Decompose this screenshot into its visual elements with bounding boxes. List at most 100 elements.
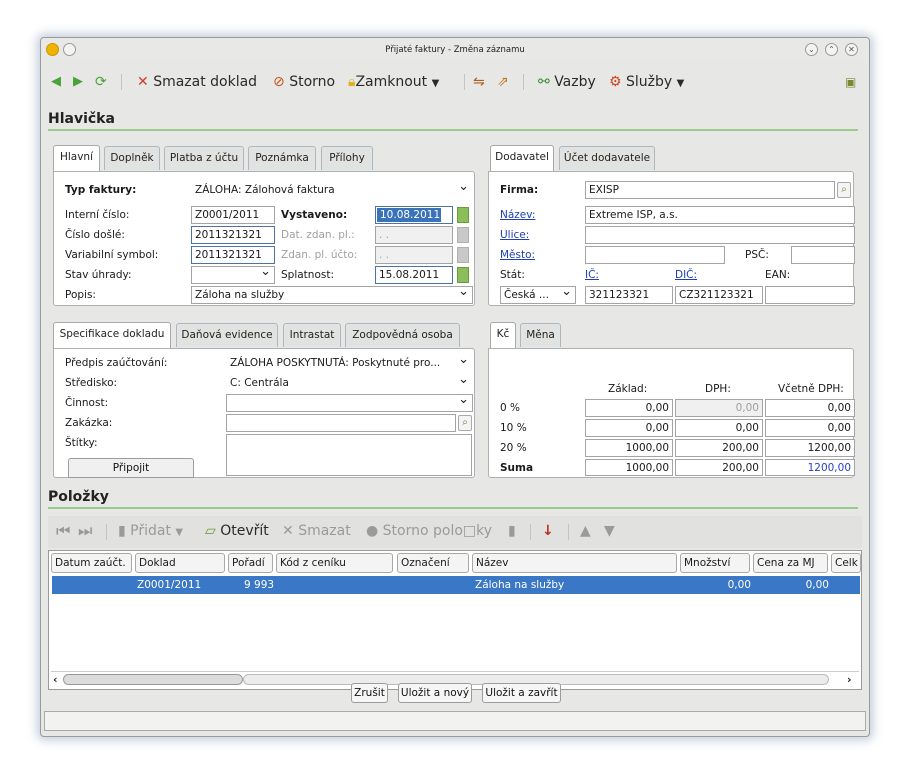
street-field[interactable] [585, 226, 855, 244]
maximize-icon[interactable]: ⌃ [825, 43, 838, 56]
calendar-icon[interactable] [457, 207, 469, 223]
scroll-left-icon[interactable]: ‹ [53, 673, 58, 686]
lock-button[interactable]: 🔒︎Zamknout ▼ [348, 71, 439, 93]
name-link[interactable]: Název: [500, 209, 535, 221]
vat-base-header: Základ: [608, 383, 648, 395]
received-number-field[interactable]: 2011321321 [191, 226, 275, 244]
tax-date-field[interactable]: . . [375, 226, 453, 244]
close-icon[interactable]: ✕ [845, 43, 858, 56]
internal-number-field[interactable]: Z0001/2011 [191, 206, 275, 224]
transfer-icon[interactable]: ⇋ [473, 71, 485, 93]
ic-field[interactable]: 321123321 [585, 286, 673, 304]
tab-supplier[interactable]: Dodavatel [490, 145, 554, 171]
column-header[interactable]: Datum zaúčt. [51, 553, 132, 573]
internal-number-label: Interní číslo: [65, 209, 130, 221]
street-link[interactable]: Ulice: [500, 229, 529, 241]
tab-intrastat[interactable]: Intrastat [283, 323, 341, 347]
attach-button[interactable]: Připojit [68, 458, 194, 478]
center-select[interactable]: C: Centrála [226, 374, 473, 392]
tags-label: Štítky: [65, 437, 98, 449]
header-section-title: Hlavička [48, 111, 115, 127]
column-header[interactable]: Doklad [135, 553, 225, 573]
psc-field[interactable] [791, 246, 855, 264]
vat-base-field[interactable]: 0,00 [585, 419, 673, 437]
city-field[interactable] [585, 246, 725, 264]
storno-button[interactable]: ⊘ Storno [273, 71, 335, 93]
tab-payment[interactable]: Platba z účtu [164, 146, 244, 170]
first-icon: ⏮ [56, 521, 71, 540]
delete-document-button[interactable]: ✕ Smazat doklad [137, 71, 257, 93]
tab-tax-records[interactable]: Daňová evidence [176, 323, 278, 347]
tab-czk[interactable]: Kč [490, 322, 516, 348]
open-item-button[interactable]: ▱ Otevřít [205, 520, 269, 542]
save-new-button[interactable]: Uložit a nový [398, 683, 472, 703]
storno-icon: ⊘ [273, 74, 285, 90]
lookup-icon[interactable]: ⌕ [458, 415, 472, 431]
scrollbar-thumb[interactable] [63, 674, 243, 685]
city-link[interactable]: Město: [500, 249, 535, 261]
vat-amount-field[interactable]: 0,00 [675, 419, 763, 437]
vat-amount-field[interactable]: 200,00 [675, 439, 763, 457]
dic-link[interactable]: DIČ: [675, 269, 697, 281]
column-header[interactable]: Celk [831, 553, 861, 573]
prev-record-icon[interactable]: ◀ [51, 71, 61, 93]
delete-item-button[interactable]: ✕ Smazat [282, 520, 351, 542]
column-header[interactable]: Pořadí [228, 553, 273, 573]
vat-base-field[interactable]: 1000,00 [585, 439, 673, 457]
tab-document-spec[interactable]: Specifikace dokladu [53, 322, 171, 348]
tab-responsible-person[interactable]: Zodpovědná osoba [345, 323, 460, 347]
links-button[interactable]: ⚯ Vazby [538, 71, 596, 93]
refresh-icon[interactable]: ⟳ [95, 71, 107, 93]
move-down-icon: ▼ [604, 523, 615, 539]
due-date-field[interactable]: 15.08.2011 [375, 266, 453, 284]
services-button[interactable]: ⚙ Služby ▼ [609, 71, 684, 93]
issued-date-field[interactable]: 10.08.2011 [377, 208, 441, 222]
save-close-button[interactable]: Uložit a zavřít [482, 683, 561, 703]
vat-total-field[interactable]: 0,00 [765, 419, 855, 437]
column-header[interactable]: Název [472, 553, 677, 573]
vat-total-field[interactable]: 1200,00 [765, 439, 855, 457]
tab-note[interactable]: Poznámka [248, 146, 316, 170]
ean-label: EAN: [765, 269, 791, 281]
dic-field[interactable]: CZ321123321 [675, 286, 763, 304]
column-header[interactable]: Cena za MJ [753, 553, 828, 573]
minimize-icon[interactable]: ⌄ [805, 43, 818, 56]
table-row[interactable]: Z0001/2011 9 993 Záloha na služby 0,00 0… [52, 576, 860, 594]
order-field[interactable] [226, 414, 456, 432]
tax-accounting-field[interactable]: . . [375, 246, 453, 264]
help-icon[interactable]: ▣ [845, 71, 856, 93]
firm-field[interactable]: EXISP [585, 181, 835, 199]
storno-items-button[interactable]: ● Storno polo□ky [366, 520, 492, 542]
vat-amount-header: DPH: [705, 383, 731, 395]
tab-supplier-account[interactable]: Účet dodavatele [559, 146, 655, 170]
tab-main[interactable]: Hlavní [53, 145, 100, 171]
calendar-icon[interactable] [457, 267, 469, 283]
cancel-button[interactable]: Zrušit [351, 683, 388, 703]
add-item-button[interactable]: ▮ Přidat ▼ [118, 520, 183, 542]
state-select[interactable]: Česká ... [500, 286, 576, 304]
name-field[interactable]: Extreme ISP, a.s. [585, 206, 855, 224]
column-header[interactable]: Množství [680, 553, 750, 573]
activity-select[interactable] [226, 394, 473, 412]
copy-icon[interactable]: ▮ [508, 520, 516, 542]
ean-field[interactable] [765, 286, 855, 304]
posting-select[interactable]: ZÁLOHA POSKYTNUTÁ: Poskytnuté pro... [226, 354, 473, 372]
variable-symbol-field[interactable]: 2011321321 [191, 246, 275, 264]
payment-state-select[interactable] [191, 266, 275, 284]
invoice-type-select[interactable]: ZÁLOHA: Zálohová faktura [191, 181, 473, 199]
tab-attachments[interactable]: Přílohy [321, 146, 373, 170]
vat-base-field[interactable]: 0,00 [585, 399, 673, 417]
next-record-icon[interactable]: ▶ [73, 71, 83, 93]
column-header[interactable]: Označení [397, 553, 469, 573]
tags-field[interactable] [226, 434, 472, 476]
column-header[interactable]: Kód z ceníku [276, 553, 393, 573]
lookup-icon[interactable]: ⌕ [837, 182, 851, 198]
sort-icon[interactable]: ↓ [542, 520, 554, 542]
tab-currency[interactable]: Měna [520, 323, 561, 347]
export-icon[interactable]: ⇗ [497, 71, 509, 93]
tab-supplement[interactable]: Doplněk [104, 146, 160, 170]
vat-total-field[interactable]: 0,00 [765, 399, 855, 417]
description-field[interactable]: Záloha na služby [191, 286, 473, 304]
scroll-right-icon[interactable]: › [847, 673, 852, 686]
ic-link[interactable]: IČ: [585, 269, 599, 281]
